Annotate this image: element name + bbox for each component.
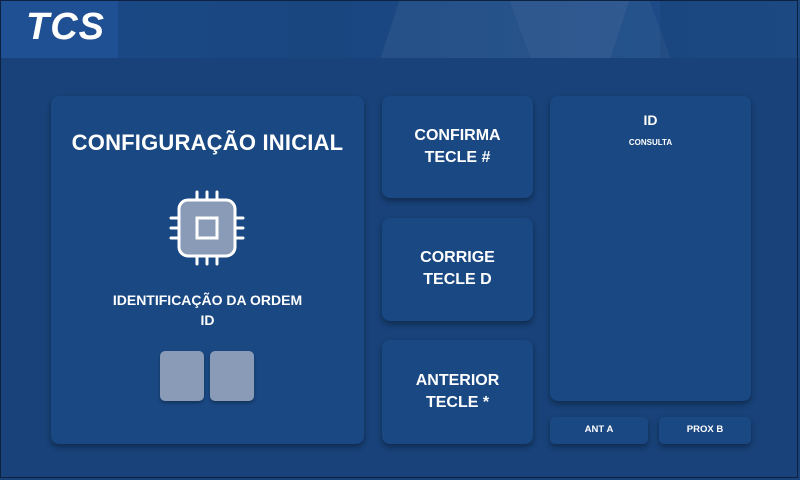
initial-config-card: CONFIGURAÇÃO INICIAL IDENTIFICAÇÃO DA OR… xyxy=(51,96,364,444)
correct-button[interactable]: CORRIGE TECLE D xyxy=(382,218,533,321)
order-id-label: IDENTIFICAÇÃO DA ORDEM ID xyxy=(51,290,364,330)
cpu-chip-icon xyxy=(169,190,245,266)
page-title: CONFIGURAÇÃO INICIAL xyxy=(71,130,344,155)
order-id-label-line1: IDENTIFICAÇÃO DA ORDEM xyxy=(112,292,303,308)
header-bar: TCS xyxy=(0,0,800,58)
next-page-button[interactable]: PROX B xyxy=(659,417,751,444)
panel-subtitle: CONSULTA xyxy=(628,138,673,147)
header-decoration xyxy=(509,0,671,58)
id-digit-1[interactable] xyxy=(160,351,204,401)
correct-label-line1: CORRIGE xyxy=(420,249,495,266)
order-id-label-line2: ID xyxy=(200,312,215,328)
previous-label-line1: ANTERIOR xyxy=(415,372,500,389)
confirm-label-line1: CONFIRMA xyxy=(414,127,501,144)
correct-label-line2: TECLE D xyxy=(423,271,492,288)
logo-container: TCS xyxy=(0,0,118,58)
prev-page-button[interactable]: ANT A xyxy=(550,417,648,444)
previous-button[interactable]: ANTERIOR TECLE * xyxy=(382,340,533,444)
header-decoration xyxy=(660,0,800,58)
confirm-button[interactable]: CONFIRMA TECLE # xyxy=(382,96,533,198)
id-digit-2[interactable] xyxy=(210,351,254,401)
panel-title: ID xyxy=(643,112,658,128)
logo: TCS xyxy=(26,6,105,48)
id-query-panel: ID CONSULTA xyxy=(550,96,751,401)
previous-label-line2: TECLE * xyxy=(425,394,490,411)
confirm-label-line2: TECLE # xyxy=(424,149,491,166)
prev-page-label: ANT A xyxy=(584,424,614,435)
next-page-label: PROX B xyxy=(686,424,724,435)
